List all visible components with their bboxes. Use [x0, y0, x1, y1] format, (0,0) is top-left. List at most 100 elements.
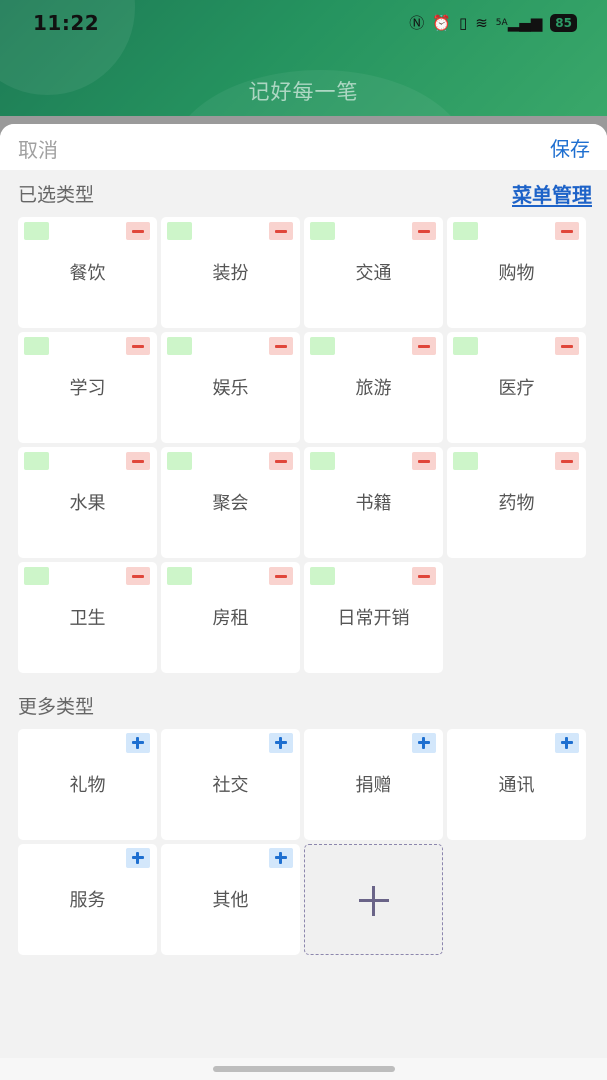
remove-icon[interactable]: [412, 222, 436, 240]
remove-icon[interactable]: [269, 222, 293, 240]
category-color-swatch[interactable]: [453, 337, 478, 355]
add-icon[interactable]: [269, 848, 293, 868]
selected-type-tile[interactable]: 医疗: [447, 332, 586, 443]
category-color-swatch[interactable]: [167, 567, 192, 585]
sheet-toolbar: 取消 保存: [0, 124, 607, 170]
add-icon[interactable]: [555, 733, 579, 753]
remove-icon[interactable]: [269, 567, 293, 585]
remove-icon[interactable]: [412, 337, 436, 355]
category-color-swatch[interactable]: [310, 567, 335, 585]
selected-type-tile[interactable]: 药物: [447, 447, 586, 558]
category-color-swatch[interactable]: [24, 567, 49, 585]
more-type-tile[interactable]: 其他: [161, 844, 300, 955]
selected-type-tile[interactable]: 日常开销: [304, 562, 443, 673]
wifi-icon: ≋: [475, 14, 488, 32]
category-label: 药物: [498, 493, 535, 514]
category-color-swatch[interactable]: [167, 452, 192, 470]
signal-5g-icon: 5A▂▄▆: [495, 14, 543, 32]
category-label: 服务: [69, 890, 106, 911]
status-bar: 11:22 Ⓝ ⏰ ▯ ≋ 5A▂▄▆ 85: [0, 0, 607, 46]
add-icon[interactable]: [412, 733, 436, 753]
category-color-swatch[interactable]: [310, 452, 335, 470]
category-label: 通讯: [498, 775, 535, 796]
cancel-button[interactable]: 取消: [18, 134, 58, 163]
category-label: 日常开销: [337, 608, 410, 629]
remove-icon[interactable]: [126, 222, 150, 240]
remove-icon[interactable]: [126, 337, 150, 355]
add-icon[interactable]: [126, 733, 150, 753]
category-label: 医疗: [498, 378, 535, 399]
category-label: 娱乐: [212, 378, 249, 399]
category-label: 学习: [69, 378, 106, 399]
category-color-swatch[interactable]: [167, 222, 192, 240]
category-color-swatch[interactable]: [310, 337, 335, 355]
more-types-grid: 礼物 社交 捐赠 通讯服务 其他: [18, 729, 586, 955]
selected-type-tile[interactable]: 餐饮: [18, 217, 157, 328]
header-title: 记好每一笔: [248, 80, 359, 104]
save-button[interactable]: 保存: [550, 133, 590, 162]
category-label: 礼物: [69, 775, 106, 796]
selected-types-label: 已选类型: [18, 184, 95, 206]
category-color-swatch[interactable]: [167, 337, 192, 355]
category-edit-sheet: 取消 保存 已选类型 菜单管理 餐饮 装扮 交通 购物学习 娱乐 旅游 医疗水果 聚会 书籍 药物…: [0, 124, 607, 1080]
remove-icon[interactable]: [126, 567, 150, 585]
nfc-icon: Ⓝ: [409, 14, 425, 32]
selected-types-grid: 餐饮 装扮 交通 购物学习 娱乐 旅游 医疗水果 聚会 书籍 药物卫生 房租 日常开销: [18, 217, 586, 673]
status-time: 11:22: [33, 11, 100, 35]
selected-type-tile[interactable]: 交通: [304, 217, 443, 328]
remove-icon[interactable]: [412, 567, 436, 585]
more-type-tile[interactable]: 服务: [18, 844, 157, 955]
status-icons: Ⓝ ⏰ ▯ ≋ 5A▂▄▆ 85: [409, 12, 577, 34]
selected-type-tile[interactable]: 学习: [18, 332, 157, 443]
remove-icon[interactable]: [126, 452, 150, 470]
remove-icon[interactable]: [555, 222, 579, 240]
add-icon[interactable]: [126, 848, 150, 868]
category-label: 卫生: [69, 608, 106, 629]
category-label: 书籍: [355, 493, 392, 514]
category-color-swatch[interactable]: [310, 222, 335, 240]
category-color-swatch[interactable]: [453, 452, 478, 470]
add-icon[interactable]: [269, 733, 293, 753]
category-label: 水果: [69, 493, 106, 514]
selected-type-tile[interactable]: 书籍: [304, 447, 443, 558]
category-label: 旅游: [355, 378, 392, 399]
remove-icon[interactable]: [555, 452, 579, 470]
remove-icon[interactable]: [269, 337, 293, 355]
selected-type-tile[interactable]: 装扮: [161, 217, 300, 328]
selected-type-tile[interactable]: 购物: [447, 217, 586, 328]
more-types-label: 更多类型: [18, 696, 95, 718]
category-color-swatch[interactable]: [24, 452, 49, 470]
category-color-swatch[interactable]: [453, 222, 478, 240]
more-type-tile[interactable]: 社交: [161, 729, 300, 840]
remove-icon[interactable]: [555, 337, 579, 355]
category-label: 交通: [355, 263, 392, 284]
category-label: 社交: [212, 775, 249, 796]
remove-icon[interactable]: [412, 452, 436, 470]
selected-type-tile[interactable]: 房租: [161, 562, 300, 673]
category-color-swatch[interactable]: [24, 222, 49, 240]
more-type-tile[interactable]: 礼物: [18, 729, 157, 840]
selected-type-tile[interactable]: 聚会: [161, 447, 300, 558]
selected-type-tile[interactable]: 水果: [18, 447, 157, 558]
selected-type-tile[interactable]: 娱乐: [161, 332, 300, 443]
category-color-swatch[interactable]: [24, 337, 49, 355]
more-type-tile[interactable]: 捐赠: [304, 729, 443, 840]
plus-icon: [372, 886, 375, 916]
add-custom-type-button[interactable]: [304, 844, 443, 955]
app-header: 11:22 Ⓝ ⏰ ▯ ≋ 5A▂▄▆ 85 记好每一笔: [0, 0, 607, 125]
selected-type-tile[interactable]: 旅游: [304, 332, 443, 443]
category-label: 装扮: [212, 263, 249, 284]
category-label: 捐赠: [355, 775, 392, 796]
menu-manage-link[interactable]: 菜单管理: [512, 179, 592, 208]
category-label: 餐饮: [69, 263, 106, 284]
category-label: 购物: [498, 263, 535, 284]
remove-icon[interactable]: [269, 452, 293, 470]
vibrate-icon: ▯: [458, 14, 468, 32]
selected-type-tile[interactable]: 卫生: [18, 562, 157, 673]
category-label: 其他: [212, 890, 249, 911]
alarm-icon: ⏰: [432, 14, 451, 32]
battery-icon: 85: [550, 14, 577, 32]
home-indicator[interactable]: [213, 1066, 395, 1072]
more-type-tile[interactable]: 通讯: [447, 729, 586, 840]
category-label: 房租: [212, 608, 249, 629]
